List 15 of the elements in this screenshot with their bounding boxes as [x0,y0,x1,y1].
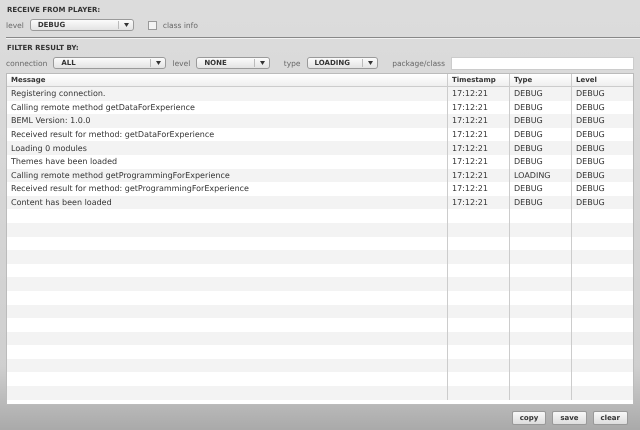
table-cell-text: Received result for method: getDataForExperience [10,129,216,142]
table-cell-text: Themes have been loaded [10,156,118,168]
caret-icon [156,61,162,65]
table-cell-text: BEML Version: 1.0.0 [10,115,92,128]
table-cell-text: Calling remote method getDataForExperience [10,102,196,114]
caret-icon [368,61,374,65]
class-info-checkbox[interactable] [148,20,157,30]
table-cell-text: Calling remote method getProgrammingForExperience [10,170,231,182]
caret-icon [260,61,265,65]
caret-icon [124,23,129,27]
table-cell-text: Registering connection. [10,88,106,100]
package-class-field[interactable] [451,56,634,70]
table-cell-text: Content has been loaded [10,197,113,210]
table-cell-text: Loading 0 modules [10,142,88,155]
table-cell-text: Received result for method: getProgrammingForExperience [10,183,250,196]
